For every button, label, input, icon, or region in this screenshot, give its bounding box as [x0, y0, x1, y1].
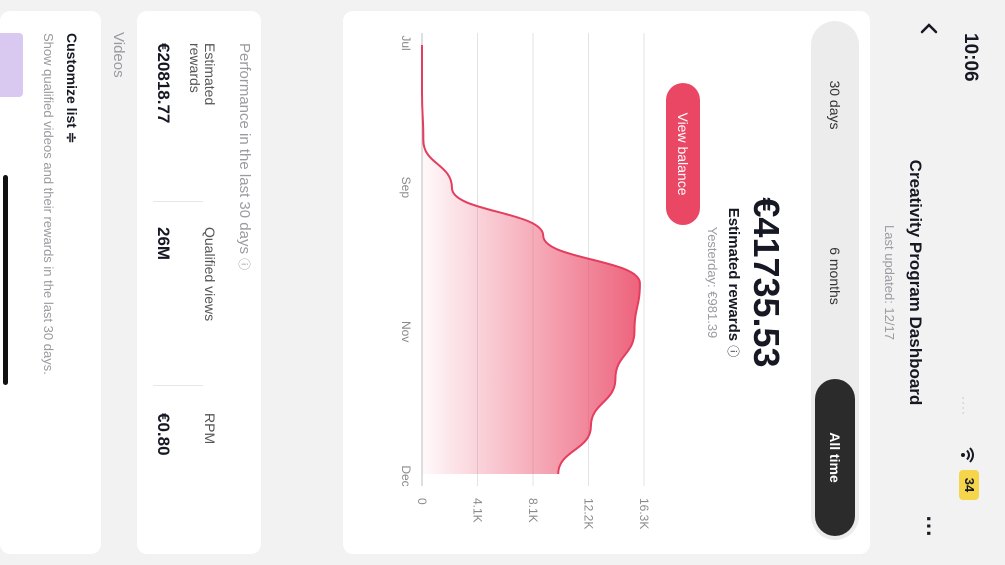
rewards-chart: Jul Sep Nov Dec 16.3K 12.2K 8.1K 4.1K 0: [399, 33, 651, 529]
x-tick-label: Nov: [399, 321, 413, 342]
info-icon[interactable]: ⓘ: [237, 258, 251, 270]
metric-value-rpm: €0.80: [154, 413, 173, 456]
info-icon[interactable]: ⓘ: [726, 345, 740, 357]
period-tabs: 30 days 6 months All time: [811, 21, 859, 540]
total-amount: €41735.53: [746, 197, 787, 368]
performance-heading: Performance in the last 30 days ⓘ: [236, 43, 253, 271]
y-tick-label: 16.3K: [637, 498, 651, 529]
wifi-icon: [959, 447, 975, 463]
videos-heading: Videos: [110, 32, 127, 78]
last-updated: Last updated: 12/17: [882, 225, 897, 340]
performance-card: Performance in the last 30 days ⓘ Estima…: [137, 11, 261, 554]
y-tick-label: 4.1K: [471, 498, 485, 523]
metric-label-views: Qualified views: [202, 227, 218, 322]
tab-6-months[interactable]: 6 months: [815, 193, 855, 359]
x-tick-label: Dec: [399, 465, 413, 486]
customize-list-button[interactable]: Customize list ≑: [63, 33, 80, 144]
y-tick-label: 0: [415, 498, 429, 505]
home-indicator[interactable]: [3, 175, 8, 385]
estimated-rewards-label: Estimated rewards ⓘ: [725, 207, 742, 358]
page-title: Creativity Program Dashboard: [906, 159, 925, 406]
battery-icon: 34: [959, 470, 979, 500]
metric-value-views: 26M: [154, 227, 173, 261]
more-icon[interactable]: ⋯: [916, 515, 942, 538]
videos-description: Show qualified videos and their rewards …: [41, 33, 56, 375]
y-tick-label: 12.2K: [582, 498, 596, 529]
yesterday-amount: Yesterday: €981.39: [705, 226, 720, 339]
status-time: 10:06: [960, 33, 981, 82]
y-tick-label: 8.1K: [526, 498, 540, 523]
sliders-icon: ≑: [64, 131, 80, 144]
signal-icon: ····: [957, 396, 971, 416]
chart-y-labels: 16.3K 12.2K 8.1K 4.1K 0: [415, 498, 651, 529]
metric-label-rpm: RPM: [202, 413, 218, 445]
app-screen: 10:06 ···· 34 Creativity Program Dashboa…: [0, 0, 1005, 565]
chart-area: [422, 45, 640, 474]
chart-x-labels: Jul Sep Nov Dec: [399, 35, 413, 486]
tab-30-days[interactable]: 30 days: [815, 25, 855, 185]
metric-label-rewards: Estimated rewards: [187, 43, 218, 106]
tab-all-time[interactable]: All time: [815, 379, 855, 536]
metric-value-rewards: €20818.77: [154, 43, 173, 124]
summary-card: 30 days 6 months All time €41735.53 Esti…: [343, 11, 870, 554]
x-tick-label: Sep: [399, 177, 413, 199]
view-balance-button[interactable]: View balance: [666, 83, 700, 225]
metric-divider: [153, 385, 203, 386]
metric-divider: [153, 201, 203, 202]
videos-card: Customize list ≑ Show qualified videos a…: [0, 11, 101, 554]
x-tick-label: Jul: [399, 35, 413, 50]
video-thumbnail[interactable]: [0, 33, 23, 97]
